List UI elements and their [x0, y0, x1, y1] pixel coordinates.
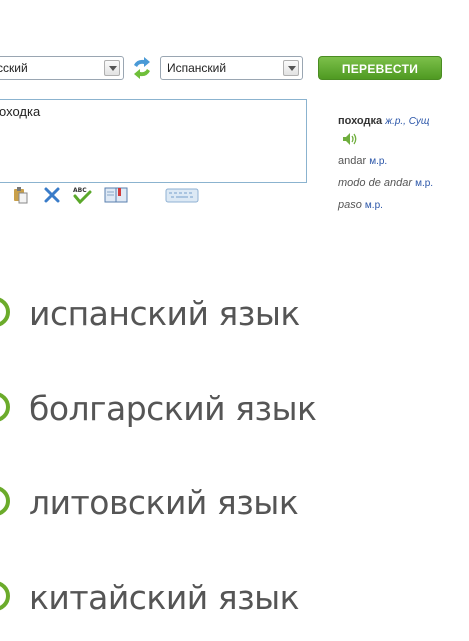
swap-languages-icon[interactable] [131, 56, 153, 80]
answer-option-label: китайский язык [29, 578, 300, 617]
dictionary-panel: походка ж.р., Сущ andar м.р. modo de and… [338, 113, 469, 219]
source-language-select[interactable]: сский [0, 56, 124, 80]
headword-grammar: ж.р., Сущ [385, 116, 430, 127]
translation-word: paso [338, 199, 362, 211]
speaker-icon[interactable] [342, 131, 360, 147]
answer-option-label: испанский язык [29, 294, 300, 333]
radio-button[interactable] [0, 297, 10, 327]
target-language-select[interactable]: Испанский [160, 56, 303, 80]
headword-text: походка [338, 115, 383, 127]
dictionary-translation[interactable]: andar м.р. [338, 153, 469, 175]
radio-button[interactable] [0, 392, 10, 422]
target-language-value: Испанский [167, 61, 227, 75]
keyboard-icon[interactable] [165, 186, 199, 204]
translation-grammar: м.р. [364, 200, 383, 211]
dictionary-icon[interactable] [103, 186, 129, 204]
translation-grammar: м.р. [369, 156, 388, 167]
translation-word: andar [338, 155, 367, 167]
translation-grammar: м.р. [415, 178, 434, 189]
translate-button[interactable]: ПЕРЕВЕСТИ [318, 56, 442, 80]
dictionary-translation[interactable]: paso м.р. [338, 197, 469, 219]
clear-icon[interactable] [43, 186, 61, 204]
answer-option-label: болгарский язык [29, 389, 317, 428]
chevron-down-icon[interactable] [104, 60, 120, 76]
chevron-down-icon[interactable] [283, 60, 299, 76]
spellcheck-icon[interactable]: ABC [71, 186, 93, 204]
radio-button[interactable] [0, 486, 10, 516]
source-language-value: сский [0, 61, 28, 75]
source-text-input[interactable]: оходка [0, 99, 307, 183]
dictionary-translation[interactable]: modo de andar м.р. [338, 175, 469, 197]
answer-option-label: литовский язык [29, 483, 299, 522]
svg-text:ABC: ABC [73, 187, 87, 194]
paste-icon[interactable] [12, 186, 30, 204]
radio-button[interactable] [0, 581, 10, 611]
translation-word: modo de andar [338, 177, 412, 189]
dictionary-headword: походка ж.р., Сущ [338, 113, 469, 130]
